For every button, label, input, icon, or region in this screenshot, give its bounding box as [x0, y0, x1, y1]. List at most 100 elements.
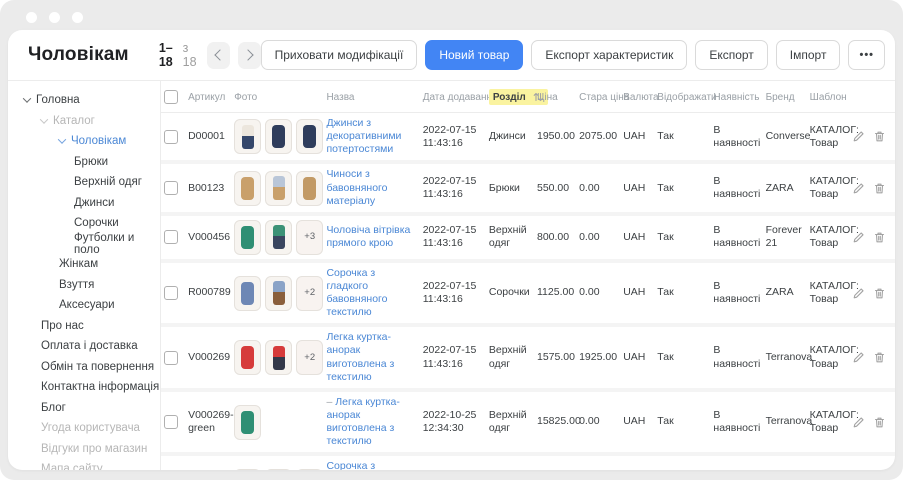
date-cell: 2022-07-1511:43:16	[420, 261, 486, 326]
sidebar-item-жінкам[interactable]: Жінкам	[8, 254, 160, 275]
row-checkbox[interactable]	[164, 415, 178, 429]
product-photo[interactable]	[296, 119, 323, 154]
import-button[interactable]: Імпорт	[776, 40, 841, 70]
column-header-name[interactable]: Назва	[323, 81, 419, 113]
window-control-dot[interactable]	[49, 12, 60, 23]
sidebar-item-чоловікам[interactable]: Чоловікам	[8, 131, 160, 152]
product-name-link[interactable]: Легка куртка-анорак виготовлена з тексти…	[326, 396, 399, 447]
date-value: 2022-07-15	[423, 344, 483, 357]
column-header-price[interactable]: Ціна	[534, 81, 576, 113]
product-photo[interactable]	[234, 119, 261, 154]
row-checkbox[interactable]	[164, 181, 178, 195]
edit-button[interactable]	[852, 182, 865, 195]
sidebar-item-оплата-і-доставка[interactable]: Оплата і доставка	[8, 336, 160, 357]
product-photo[interactable]	[265, 276, 292, 311]
delete-button[interactable]	[873, 130, 886, 143]
product-name-link[interactable]: Сорочка з бавовняного матеріалу притален…	[326, 460, 414, 470]
sidebar-item-взуття[interactable]: Взуття	[8, 275, 160, 296]
edit-button[interactable]	[852, 231, 865, 244]
column-header-section[interactable]: Розділ	[486, 81, 534, 113]
more-photos-badge[interactable]: +2	[296, 276, 323, 311]
delete-button[interactable]	[873, 182, 886, 195]
edit-button[interactable]	[852, 351, 865, 364]
product-photo[interactable]	[234, 171, 261, 206]
row-checkbox[interactable]	[164, 230, 178, 244]
edit-button[interactable]	[852, 130, 865, 143]
export-characteristics-button[interactable]: Експорт характеристик	[531, 40, 687, 70]
sidebar-item-верхній-одяг[interactable]: Верхній одяг	[8, 172, 160, 193]
product-photo[interactable]	[265, 469, 292, 470]
column-header-template[interactable]: Шаблон	[807, 81, 857, 113]
product-photo[interactable]	[296, 171, 323, 206]
sidebar-item-угода-користувача[interactable]: Угода користувача	[8, 418, 160, 439]
template-cell: КАТАЛОГ: Товар	[807, 162, 857, 213]
product-photo[interactable]	[265, 340, 292, 375]
new-product-button[interactable]: Новий товар	[425, 40, 523, 70]
select-all-checkbox[interactable]	[164, 90, 178, 104]
sidebar-item-про-нас[interactable]: Про нас	[8, 316, 160, 337]
column-header-date[interactable]: Дата додавання	[420, 81, 486, 113]
more-photos-badge[interactable]: +2	[296, 469, 323, 470]
hide-modifications-button[interactable]: Приховати модифікації	[261, 40, 418, 70]
row-checkbox[interactable]	[164, 286, 178, 300]
row-actions	[860, 287, 892, 300]
sidebar-item-label: Аксесуари	[59, 299, 115, 311]
sidebar-item-джинси[interactable]: Джинси	[8, 193, 160, 214]
window-control-dot[interactable]	[72, 12, 83, 23]
product-name-link[interactable]: Джинси з декоративними потертостями	[326, 117, 401, 155]
delete-button[interactable]	[873, 231, 886, 244]
row-checkbox[interactable]	[164, 130, 178, 144]
column-header-photo[interactable]: Фото	[231, 81, 323, 113]
sidebar-item-блог[interactable]: Блог	[8, 398, 160, 419]
delete-button[interactable]	[873, 351, 886, 364]
more-photos-badge[interactable]: +2	[296, 340, 323, 375]
column-header-currency[interactable]: Валюта	[620, 81, 654, 113]
product-name-link[interactable]: Легка куртка-анорак виготовлена з тексти…	[326, 331, 394, 382]
sidebar-item-контактна-інформація[interactable]: Контактна інформація	[8, 377, 160, 398]
delete-button[interactable]	[873, 287, 886, 300]
delete-button[interactable]	[873, 416, 886, 429]
edit-button[interactable]	[852, 287, 865, 300]
export-button[interactable]: Експорт	[695, 40, 767, 70]
more-photos-badge[interactable]: +3	[296, 220, 323, 255]
sidebar-item-футболки-и-поло[interactable]: Футболки и поло	[8, 234, 160, 255]
sidebar-item-каталог[interactable]: Каталог	[8, 111, 160, 132]
product-name-link[interactable]: Чиноси з бавовняного матеріалу	[326, 168, 387, 206]
trash-icon	[873, 182, 886, 195]
sidebar-item-відгуки-про-магазин[interactable]: Відгуки про магазин	[8, 439, 160, 460]
currency-cell: UAH	[620, 261, 654, 326]
sidebar-item-брюки[interactable]: Брюки	[8, 152, 160, 173]
column-header-display[interactable]: Відображати	[654, 81, 710, 113]
product-photo[interactable]	[234, 469, 261, 470]
column-header-availability[interactable]: Наявність	[710, 81, 762, 113]
availability-cell: В наявності	[710, 162, 762, 213]
column-header-sku[interactable]: Артикул	[185, 81, 231, 113]
product-photo[interactable]	[265, 220, 292, 255]
product-name-link[interactable]: Чоловіча вітрівка прямого крою	[326, 224, 410, 249]
sidebar-item-обмін-та-повернення[interactable]: Обмін та повернення	[8, 357, 160, 378]
product-photo[interactable]	[234, 405, 261, 440]
product-photo[interactable]	[265, 171, 292, 206]
more-actions-button[interactable]: •••	[848, 40, 885, 70]
sidebar-item-мапа-сайту[interactable]: Мапа сайту	[8, 459, 160, 470]
row-checkbox[interactable]	[164, 351, 178, 365]
model-bottom	[242, 136, 254, 149]
sidebar-item-головна[interactable]: Головна	[8, 90, 160, 111]
product-photo[interactable]	[234, 220, 261, 255]
next-page-button[interactable]	[238, 42, 261, 69]
window-control-dot[interactable]	[26, 12, 37, 23]
model-bottom	[273, 187, 285, 200]
product-name-link[interactable]: Сорочка з гладкого бавовняного текстилю	[326, 267, 387, 318]
column-header-brand[interactable]: Бренд	[763, 81, 807, 113]
sidebar-item-сорочки[interactable]: Сорочки	[8, 213, 160, 234]
old-price-cell: 0.00	[576, 390, 620, 455]
product-photo[interactable]	[234, 340, 261, 375]
sidebar-item-аксесуари[interactable]: Аксесуари	[8, 295, 160, 316]
prev-page-button[interactable]	[207, 42, 230, 69]
product-photo[interactable]	[265, 119, 292, 154]
column-header-old_price[interactable]: Стара ціна	[576, 81, 620, 113]
currency-cell: UAH	[620, 454, 654, 470]
product-photo[interactable]	[234, 276, 261, 311]
row-actions	[860, 130, 892, 143]
edit-button[interactable]	[852, 416, 865, 429]
